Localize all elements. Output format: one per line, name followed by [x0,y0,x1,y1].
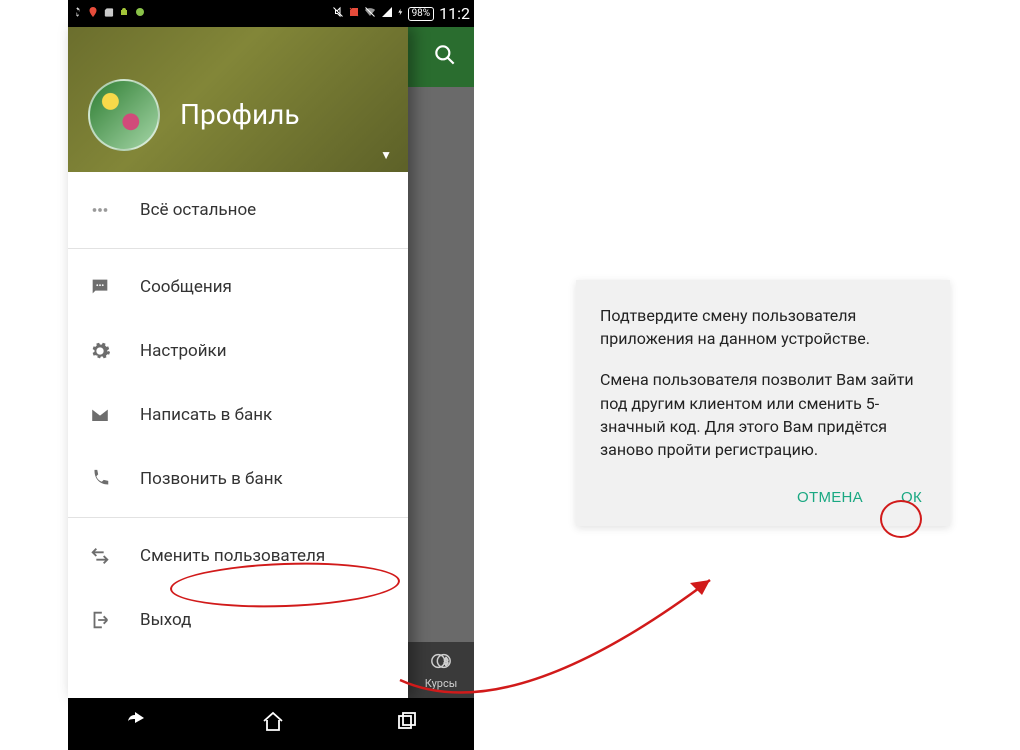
dialog-text-1: Подтвердите смену пользователя приложени… [600,304,926,350]
mute-icon [331,6,345,21]
android-nav-bar [68,698,474,750]
swap-icon [86,545,114,567]
menu-item-call-bank[interactable]: Позвонить в банк [68,447,408,511]
bottom-tab-label: Курсы [425,677,458,690]
recent-button[interactable] [394,710,420,738]
chat-icon [86,276,114,298]
cancel-button[interactable]: ОТМЕНА [793,483,867,512]
no-sim-icon [348,5,360,22]
search-icon[interactable] [432,42,458,72]
svg-text:$: $ [444,657,449,668]
menu-label: Настройки [140,341,227,361]
gear-icon [86,340,114,362]
signal-icon [380,6,394,21]
status-bar: 98% 11:2 [68,0,474,27]
status-right-icons: 98% 11:2 [331,4,470,23]
currency-icon: $ [430,650,452,675]
sim-icon [103,5,114,22]
more-icon [86,199,114,221]
back-button[interactable] [122,710,152,738]
battery-level: 98% [408,7,435,21]
logout-icon [86,609,114,631]
menu-item-exit[interactable]: Выход [68,588,408,652]
bottom-tab-rates[interactable]: $ Курсы [408,642,474,698]
menu-label: Выход [140,610,191,630]
menu-label: Всё остальное [140,200,256,220]
menu-item-switch-user[interactable]: Сменить пользователя [68,524,408,588]
chevron-down-icon[interactable]: ▼ [380,148,392,162]
avatar[interactable] [88,79,160,151]
robot-icon [134,5,146,22]
status-left-icons [72,5,146,22]
menu-label: Написать в банк [140,405,272,425]
menu-label: Сообщения [140,277,232,297]
menu-item-settings[interactable]: Настройки [68,319,408,383]
drawer-title: Профиль [180,98,300,131]
home-button[interactable] [260,710,286,738]
mail-icon [86,404,114,426]
phone-frame: 98% 11:2 $ Курсы Профиль ▼ Всё остальное [68,0,474,750]
menu-label: Позвонить в банк [140,469,283,489]
usb-icon [72,5,83,22]
dialog-actions: ОТМЕНА ОК [600,479,926,512]
dialog-text-2: Смена пользователя позволит Вам зайти по… [600,368,926,461]
menu-item-messages[interactable]: Сообщения [68,255,408,319]
ok-button[interactable]: ОК [897,483,926,512]
phone-icon [86,468,114,490]
drawer-menu: Всё остальное Сообщения Настройки На [68,172,408,652]
menu-label: Сменить пользователя [140,546,325,566]
drawer-header[interactable]: Профиль ▼ [68,27,408,172]
android-icon [118,5,130,22]
clock: 11:2 [439,4,470,23]
divider [68,248,408,249]
divider [68,517,408,518]
location-icon [87,5,99,22]
nav-drawer: Профиль ▼ Всё остальное Сообщения [68,27,408,698]
confirm-dialog: Подтвердите смену пользователя приложени… [576,280,950,526]
menu-item-write-bank[interactable]: Написать в банк [68,383,408,447]
charging-icon [397,5,405,22]
wifi-off-icon [363,6,377,21]
menu-item-other[interactable]: Всё остальное [68,178,408,242]
